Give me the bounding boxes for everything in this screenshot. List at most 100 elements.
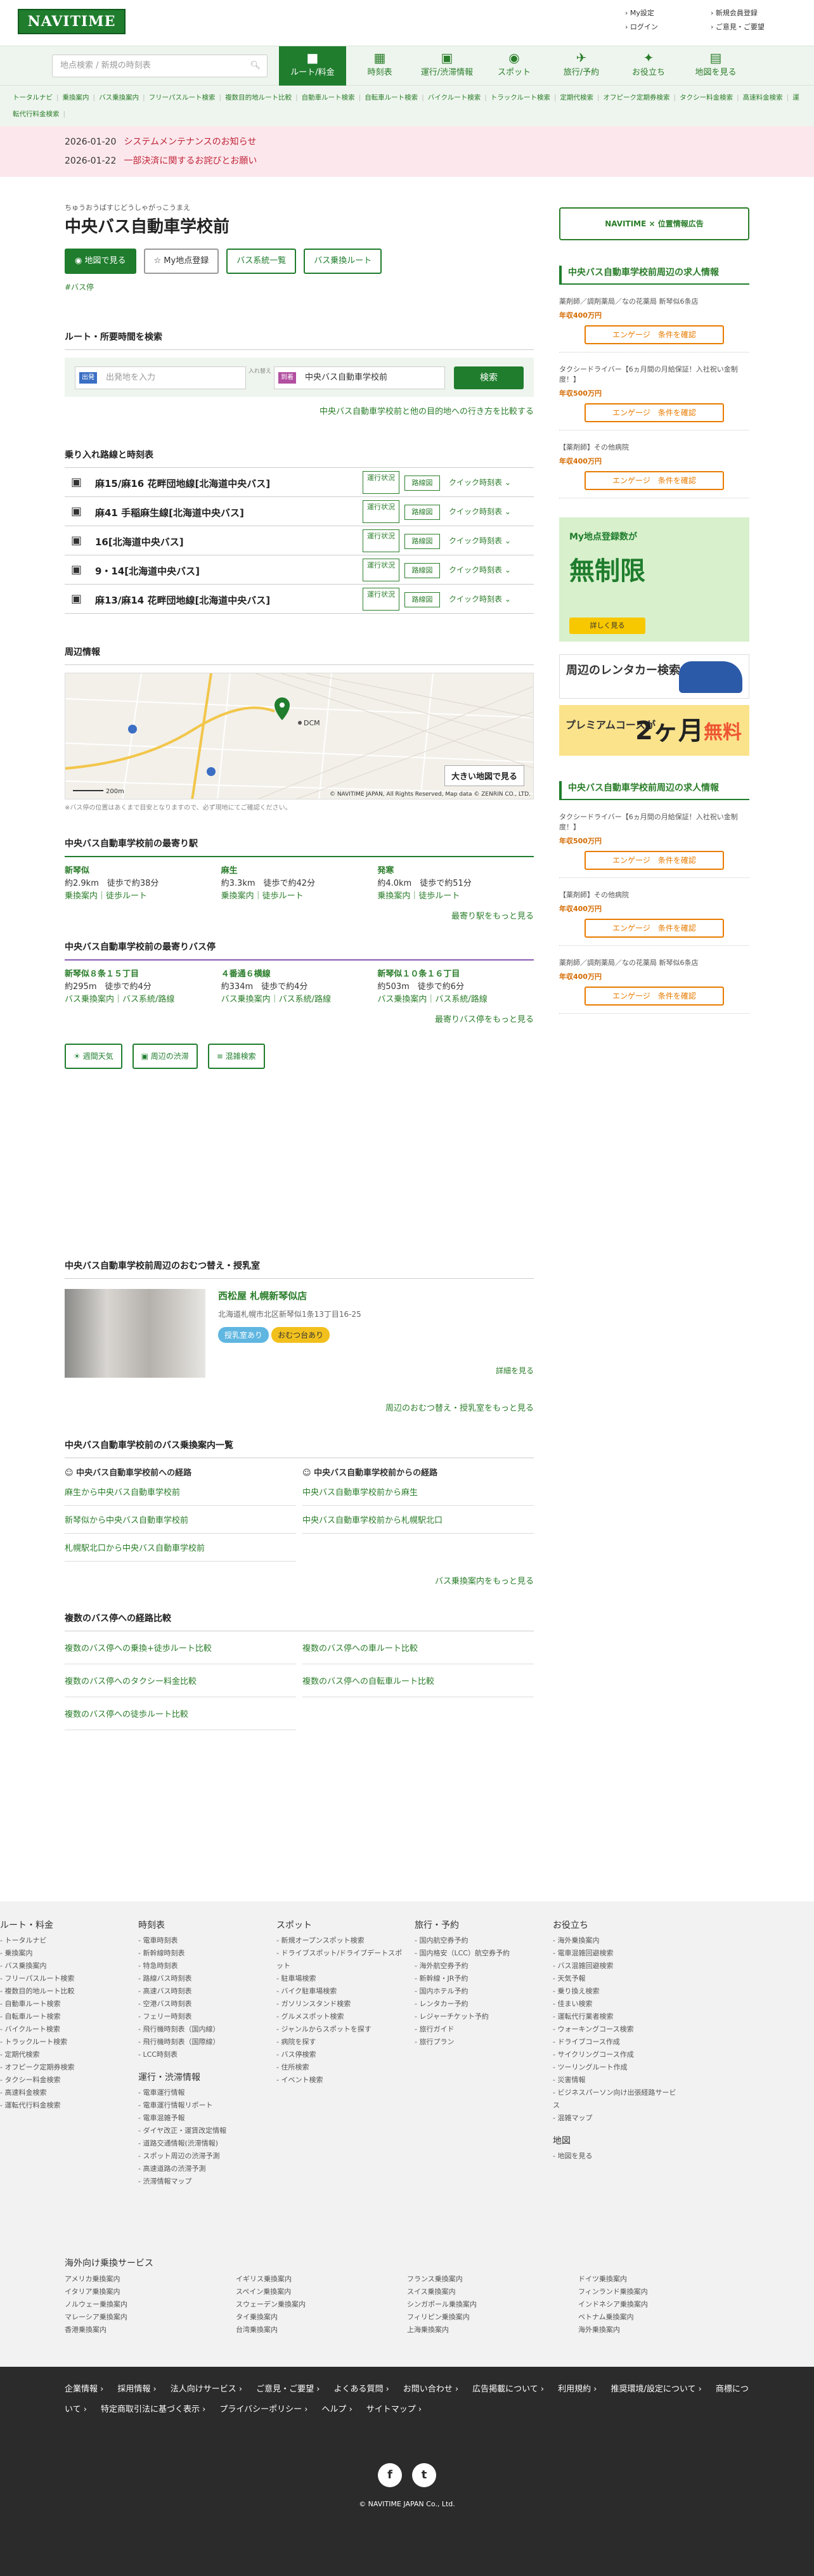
route-search-button[interactable]: 検索	[454, 366, 524, 389]
footer-link[interactable]: ビジネスパーソン向け出張経路サービス	[553, 2087, 680, 2112]
abroad-link[interactable]: インドネシア乗換案内	[578, 2298, 749, 2311]
footer-link[interactable]: 住所検索	[276, 2061, 403, 2074]
location-ad-banner[interactable]: NAVITIME × 位置情報広告	[559, 207, 749, 240]
job-title[interactable]: 薬剤師／調剤薬局／なの花薬局 新琴似6条店	[559, 296, 749, 306]
abroad-link[interactable]: ノルウェー乗換案内	[65, 2298, 236, 2311]
footer-link[interactable]: レジャーチケット予約	[415, 2010, 541, 2023]
quick-timetable-button[interactable]: クイック時刻表 ⌄	[449, 477, 511, 488]
abroad-link[interactable]: ベトナム乗換案内	[578, 2311, 749, 2324]
abroad-link[interactable]: フィンランド乗換案内	[578, 2286, 749, 2298]
footer-link[interactable]: 混雑マップ	[553, 2112, 680, 2125]
footer-link[interactable]: 病院を探す	[276, 2036, 403, 2049]
footer-link[interactable]: 電車混雑回避検索	[553, 1947, 680, 1960]
footer-link[interactable]: ツーリングルート作成	[553, 2061, 680, 2074]
nav-tab-3[interactable]: ◉ スポット	[481, 46, 548, 86]
weekly-weather-button[interactable]: ☀ 週間天気	[65, 1044, 122, 1069]
more-bus-routes-link[interactable]: バス乗換案内をもっと見る	[435, 1577, 534, 1586]
operation-status-button[interactable]: 運行状況	[363, 529, 399, 552]
footer-link[interactable]: 空港バス時刻表	[138, 1998, 265, 2010]
quick-timetable-button[interactable]: クイック時刻表 ⌄	[449, 564, 511, 575]
footer-link[interactable]: 高速バス時刻表	[138, 1985, 265, 1998]
more-stations-link[interactable]: 最寄り駅をもっと見る	[451, 912, 534, 921]
job-apply-button[interactable]: エンゲージ 条件を確認	[585, 471, 724, 490]
navitime-logo[interactable]: NAVITIME	[18, 9, 126, 34]
nav-tab-2[interactable]: ▣ 運行/渋滞情報	[413, 46, 481, 86]
route-map-button[interactable]: 路線図	[404, 505, 440, 520]
footer-link[interactable]: 電車運行情報リポート	[138, 2099, 265, 2112]
abroad-link[interactable]: シンガポール乗換案内	[407, 2298, 578, 2311]
bus-line-name[interactable]: 16[北海道中央バス]	[95, 535, 184, 548]
stations-links[interactable]: 乗換案内｜徒歩ルート	[221, 890, 378, 903]
corporate-link[interactable]: 特定商取引法に基づく表示	[101, 2405, 205, 2414]
notice-text[interactable]: システムメンテナンスのお知らせ	[124, 137, 256, 147]
job-apply-button[interactable]: エンゲージ 条件を確認	[585, 987, 724, 1006]
abroad-link[interactable]: アメリカ乗換案内	[65, 2273, 236, 2286]
footer-link[interactable]: 駐車場検索	[276, 1972, 403, 1985]
my-settings-link[interactable]: My設定	[625, 8, 711, 18]
premium-banner[interactable]: プレミアムコースが 2ヶ月 無料	[559, 705, 749, 756]
nav-tab-4[interactable]: ✈ 旅行/予約	[548, 46, 615, 86]
abroad-link[interactable]: タイ乗換案内	[236, 2311, 407, 2324]
bus-lines-button[interactable]: バス系統一覧	[226, 249, 297, 274]
footer-link[interactable]: 海外航空券予約	[415, 1960, 541, 1972]
swap-button[interactable]: 入れ替え	[249, 368, 271, 376]
footer-link[interactable]: 複数目的地ルート比較	[0, 1985, 127, 1998]
footer-link[interactable]: グルメスポット検索	[276, 2010, 403, 2023]
footer-link[interactable]: トラックルート検索	[0, 2036, 127, 2049]
subnav-link[interactable]: バイクルート検索	[428, 94, 487, 101]
subnav-link[interactable]: 定期代検索	[560, 94, 600, 101]
register-link[interactable]: 新規会員登録	[711, 8, 796, 18]
search-icon[interactable]: 🔍︎	[250, 55, 261, 77]
stations-links[interactable]: 乗換案内｜徒歩ルート	[377, 890, 534, 903]
corporate-link[interactable]: プライバシーポリシー	[219, 2405, 307, 2414]
subnav-link[interactable]: 複数目的地ルート比較	[225, 94, 298, 101]
operation-status-button[interactable]: 運行状況	[363, 500, 399, 523]
corporate-link[interactable]: お問い合わせ	[403, 2385, 458, 2394]
job-title[interactable]: 【薬剤師】その他病院	[559, 890, 749, 900]
view-map-button[interactable]: ◉ 地図で見る	[65, 249, 136, 274]
job-apply-button[interactable]: エンゲージ 条件を確認	[585, 919, 724, 938]
footer-link[interactable]: イベント検索	[276, 2074, 403, 2087]
subnav-link[interactable]: タクシー料金検索	[680, 94, 739, 101]
nearby-map[interactable]: DCM 200m 大きい地図で見る © NAVITIME JAPAN, All …	[65, 673, 534, 799]
footer-link[interactable]: バス混雑回避検索	[553, 1960, 680, 1972]
stops-links[interactable]: バス乗換案内｜バス系統/路線	[221, 994, 378, 1006]
footer-link[interactable]: ドライブコース作成	[553, 2036, 680, 2049]
footer-link[interactable]: 飛行機時刻表（国内線）	[138, 2023, 265, 2036]
job-item[interactable]: 【薬剤師】その他病院 年収400万円 エンゲージ 条件を確認	[559, 442, 749, 498]
large-map-button[interactable]: 大きい地図で見る	[444, 765, 524, 786]
subnav-link[interactable]: フリーパスルート検索	[149, 94, 221, 101]
bus-line-name[interactable]: 麻41 手稲麻生線[北海道中央バス]	[95, 506, 244, 519]
footer-link[interactable]: 高速道路の渋滞予測	[138, 2163, 265, 2175]
to-route-link[interactable]: 麻生から中央バス自動車学校前	[65, 1478, 296, 1506]
compare-taxi-link[interactable]: 複数のバス停へのタクシー料金比較	[65, 1664, 296, 1697]
congestion-button[interactable]: ≡ 混雑検索	[207, 1044, 265, 1069]
footer-link[interactable]: 高速料金検索	[0, 2087, 127, 2099]
stops-name[interactable]: 新琴似１０条１６丁目	[377, 968, 534, 981]
footer-link[interactable]: オフピーク定期券検索	[0, 2061, 127, 2074]
footer-link[interactable]: 電車運行情報	[138, 2087, 265, 2099]
footer-link[interactable]: サイクリングコース作成	[553, 2049, 680, 2061]
job-item[interactable]: 薬剤師／調剤薬局／なの花薬局 新琴似6条店 年収400万円 エンゲージ 条件を確認	[559, 957, 749, 1014]
subnav-link[interactable]: 自転車ルート検索	[365, 94, 424, 101]
login-link[interactable]: ログイン	[625, 22, 711, 32]
footer-link[interactable]: フェリー時刻表	[138, 2010, 265, 2023]
footer-link[interactable]: LCC時刻表	[138, 2049, 265, 2061]
job-item[interactable]: タクシードライバー【6ヵ月間の月給保証！入社祝い金制度！】 年収500万円 エンゲー…	[559, 812, 749, 878]
more-stops-link[interactable]: 最寄りバス停をもっと見る	[435, 1015, 534, 1025]
footer-link[interactable]: 特急時刻表	[138, 1960, 265, 1972]
footer-link[interactable]: スポット周辺の渋滞予測	[138, 2150, 265, 2163]
footer-link[interactable]: 旅行プラン	[415, 2036, 541, 2049]
nav-tab-1[interactable]: ▦ 時刻表	[346, 46, 413, 86]
abroad-link[interactable]: ドイツ乗換案内	[578, 2273, 749, 2286]
nav-tab-6[interactable]: ▤ 地図を見る	[682, 46, 749, 86]
footer-link[interactable]: ジャンルからスポットを探す	[276, 2023, 403, 2036]
footer-link[interactable]: バス停検索	[276, 2049, 403, 2061]
notice-item[interactable]: 2026-01-20 システムメンテナンスのお知らせ	[65, 133, 814, 152]
banner-cta[interactable]: 詳しく見る	[569, 618, 645, 634]
abroad-link[interactable]: 上海乗換案内	[407, 2324, 578, 2336]
subnav-link[interactable]: バス乗換案内	[99, 94, 145, 101]
footer-link[interactable]: 定期代検索	[0, 2049, 127, 2061]
footer-link[interactable]: 乗り換え検索	[553, 1985, 680, 1998]
subnav-link[interactable]: 乗換案内	[63, 94, 96, 101]
